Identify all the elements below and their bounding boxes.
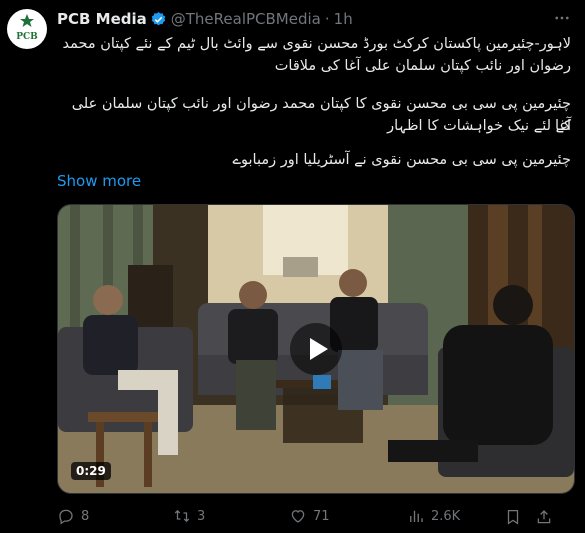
bookmark-icon[interactable] bbox=[504, 508, 522, 530]
svg-text:PCB: PCB bbox=[16, 32, 38, 42]
views-chart-icon bbox=[410, 510, 423, 522]
views-count: 2.6K bbox=[431, 508, 461, 524]
repost-button[interactable]: 3 bbox=[173, 507, 205, 525]
separator-dot: · bbox=[324, 10, 330, 28]
tweet-text-line: کے لئے نیک خواہشات کا اظہار bbox=[387, 118, 571, 134]
views-button[interactable]: 2.6K bbox=[407, 507, 460, 525]
action-bar: 8 3 71 2.6K bbox=[57, 507, 573, 527]
tweet-text-line: چئیرمین پی سی بی محسن نقوی نے آسٹریلیا ا… bbox=[232, 152, 572, 168]
play-button-icon[interactable] bbox=[290, 323, 342, 375]
more-dots-icon[interactable] bbox=[553, 9, 571, 31]
repost-count: 3 bbox=[197, 508, 206, 524]
like-button[interactable]: 71 bbox=[289, 507, 330, 525]
show-more-link[interactable]: Show more bbox=[57, 172, 141, 190]
tweet-text-line: رضوان اور نائب کپتان سلمان علی آغا کی مل… bbox=[274, 58, 571, 74]
avatar[interactable]: PCB bbox=[7, 9, 47, 49]
verified-badge-icon bbox=[150, 11, 167, 28]
handle[interactable]: @TheRealPCBMedia bbox=[171, 10, 321, 28]
heart-icon bbox=[291, 510, 305, 523]
like-count: 71 bbox=[313, 508, 330, 524]
display-name[interactable]: PCB Media bbox=[57, 10, 147, 28]
tweet-header: PCB Media @TheRealPCBMedia · 1h bbox=[57, 9, 353, 29]
tweet-text-line: لاہور-چئیرمین پاکستان کرکٹ بورڈ محسن نقو… bbox=[62, 36, 571, 52]
reply-button[interactable]: 8 bbox=[57, 507, 89, 525]
share-icon[interactable] bbox=[535, 508, 553, 530]
reply-icon bbox=[59, 509, 73, 525]
repost-icon bbox=[174, 509, 190, 523]
tweet[interactable]: PCB PCB Media @TheRealPCBMedia · 1h لاہو… bbox=[0, 0, 585, 533]
timestamp[interactable]: 1h bbox=[334, 10, 353, 28]
video-duration: 0:29 bbox=[71, 462, 111, 480]
reply-count: 8 bbox=[81, 508, 90, 524]
